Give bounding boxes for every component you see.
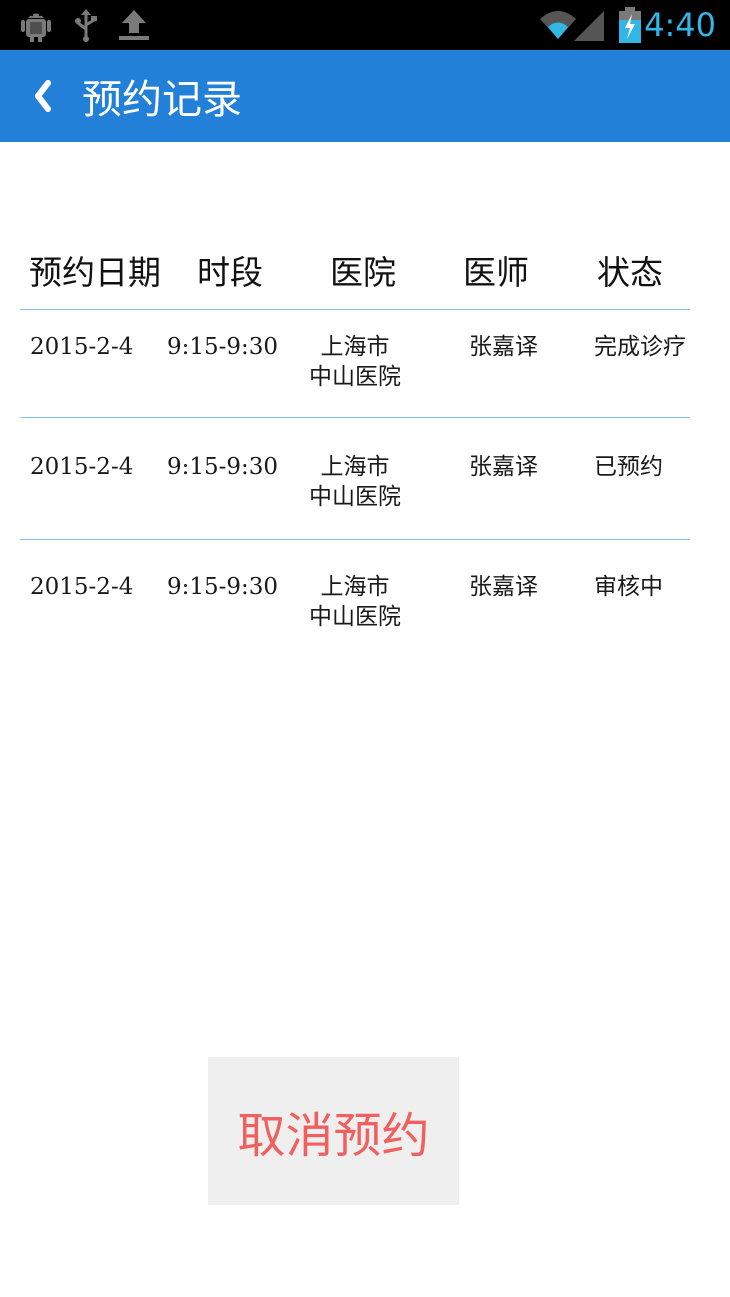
doctor-cell: 张嘉译 xyxy=(469,454,538,480)
upload-icon xyxy=(116,0,152,50)
page-title: 预约记录 xyxy=(82,77,242,123)
time-cell: 9:15-9:30 xyxy=(167,574,279,600)
hospital-line1: 上海市 xyxy=(320,574,390,600)
android-debug-icon xyxy=(18,0,54,50)
column-header-hospital: 医院 xyxy=(330,253,396,292)
hospital-line1: 上海市 xyxy=(320,334,390,360)
chevron-left-icon[interactable] xyxy=(30,50,64,142)
hospital-line2: 中山医院 xyxy=(309,484,401,510)
date-cell: 2015-2-4 xyxy=(30,334,134,360)
clock-time: 4:40 xyxy=(644,6,716,44)
doctor-cell: 张嘉译 xyxy=(469,334,538,360)
column-header-date: 预约日期 xyxy=(29,253,161,292)
battery-charging-icon xyxy=(618,0,642,50)
hospital-cell: 上海市 中山医院 xyxy=(285,572,425,632)
date-cell: 2015-2-4 xyxy=(30,574,134,600)
divider xyxy=(20,539,690,540)
column-header-doctor: 医师 xyxy=(463,253,529,292)
hospital-cell: 上海市 中山医院 xyxy=(285,332,425,392)
status-cell: 完成诊疗 xyxy=(594,334,686,360)
hospital-line1: 上海市 xyxy=(320,454,390,480)
hospital-line2: 中山医院 xyxy=(309,604,401,630)
status-cell: 已预约 xyxy=(594,454,663,480)
cancel-appointment-button[interactable]: 取消预约 xyxy=(208,1057,459,1205)
hospital-cell: 上海市 中山医院 xyxy=(285,452,425,512)
date-cell: 2015-2-4 xyxy=(30,454,134,480)
status-cell: 审核中 xyxy=(594,574,663,600)
status-bar: 4:40 xyxy=(0,0,730,50)
app-header: 预约记录 xyxy=(0,50,730,142)
column-header-status: 状态 xyxy=(597,253,663,292)
signal-icon xyxy=(572,0,606,50)
table-row[interactable]: 2015-2-4 9:15-9:30 上海市 中山医院 张嘉译 审核中 xyxy=(20,572,690,672)
divider xyxy=(20,309,690,310)
column-header-time: 时段 xyxy=(197,253,263,292)
doctor-cell: 张嘉译 xyxy=(469,574,538,600)
hospital-line2: 中山医院 xyxy=(309,364,401,390)
table-header: 预约日期 时段 医院 医师 状态 xyxy=(20,240,690,308)
time-cell: 9:15-9:30 xyxy=(167,454,279,480)
usb-icon xyxy=(72,0,100,50)
divider xyxy=(20,417,690,418)
time-cell: 9:15-9:30 xyxy=(167,334,279,360)
table-row[interactable]: 2015-2-4 9:15-9:30 上海市 中山医院 张嘉译 已预约 xyxy=(20,452,690,552)
